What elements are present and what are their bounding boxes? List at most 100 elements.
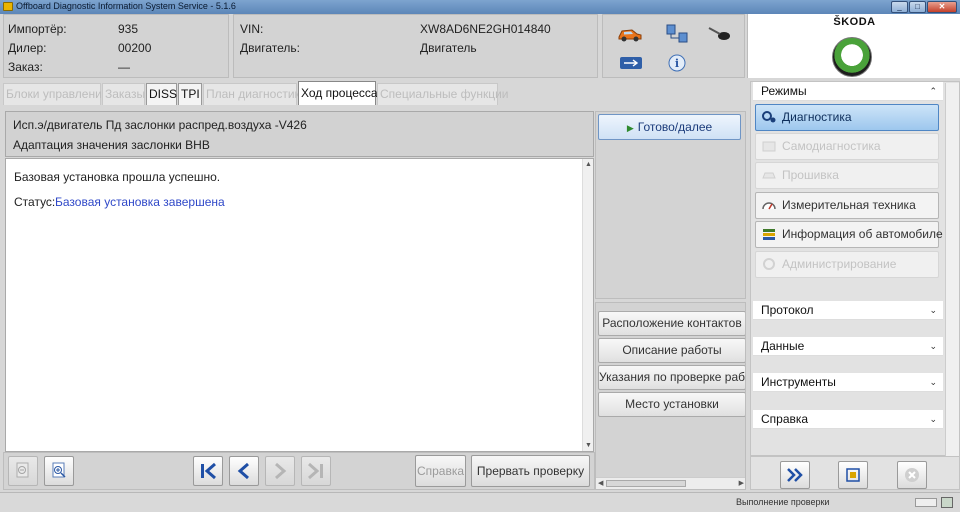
close-button[interactable]: ✕ [927, 1, 957, 13]
modes-header[interactable]: Режимы ⌃ [753, 82, 943, 101]
gauge-icon [762, 202, 776, 210]
exit-button[interactable] [897, 461, 927, 489]
vin-value: XW8AD6NE2GH014840 [420, 22, 551, 36]
status-value: Базовая установка завершена [55, 195, 225, 209]
process-output: Базовая установка прошла успешно. Статус… [5, 158, 594, 452]
usb-icon[interactable] [619, 55, 643, 71]
main-tabs: Блоки управления Заказы DISS TPI План ди… [3, 81, 747, 105]
ready-next-button[interactable]: ▶ Готово/далее [598, 114, 741, 140]
skip-first-icon [201, 462, 216, 480]
chevron-down-icon: ⌄ [929, 341, 937, 351]
mode-flashing[interactable]: Прошивка [755, 162, 939, 189]
zoom-in-button[interactable] [44, 456, 74, 486]
admin-gear-icon [763, 258, 775, 270]
sidebar-scrollbar[interactable] [945, 83, 959, 456]
mode-label: Прошивка [782, 168, 839, 182]
mode-self-diagnosis[interactable]: Самодиагностика [755, 133, 939, 160]
info-icon[interactable]: i [667, 53, 687, 73]
mode-label: Измерительная техника [782, 198, 916, 212]
mode-label: Диагностика [782, 110, 852, 124]
flash-car-icon [762, 172, 776, 179]
skoda-logo [832, 37, 872, 77]
mode-vehicle-info[interactable]: Информация об автомобиле [755, 221, 943, 248]
help-section[interactable]: Справка ⌄ [753, 410, 943, 429]
mode-label: Информация об автомобиле [782, 227, 943, 241]
process-heading: Исп.э/двигатель Пд заслонки распред.возд… [5, 111, 594, 157]
diagnostic-key-icon[interactable] [707, 25, 731, 43]
engine-label: Двигатель: [240, 41, 300, 55]
zoom-out-button[interactable] [8, 456, 38, 486]
zoom-out-icon [16, 462, 29, 478]
sidebar-toolbar [750, 456, 960, 490]
books-icon [763, 229, 775, 240]
first-step-button[interactable] [193, 456, 223, 486]
section-label: Протокол [761, 303, 814, 317]
tab-process-progress[interactable]: Ход процесса [298, 81, 378, 105]
mode-label: Администрирование [782, 257, 897, 271]
self-diagnosis-icon [762, 141, 776, 152]
network-icon[interactable] [665, 23, 689, 45]
mode-measuring-equipment[interactable]: Измерительная техника [755, 192, 939, 219]
data-section[interactable]: Данные ⌄ [753, 337, 943, 356]
previous-step-button[interactable] [229, 456, 259, 486]
tab-orders[interactable]: Заказы [102, 83, 145, 105]
importer-label: Импортёр: [8, 22, 67, 36]
mode-administration[interactable]: Администрирование [755, 251, 939, 278]
capture-icon [846, 468, 860, 482]
progress-indicator [915, 498, 937, 507]
section-label: Данные [761, 339, 805, 353]
play-icon: ▶ [626, 123, 634, 133]
scroll-right-icon[interactable]: ▶ [739, 479, 744, 487]
chevron-up-icon: ⌃ [929, 86, 937, 96]
vehicle-icon[interactable] [617, 25, 643, 43]
dealer-value: 00200 [118, 41, 152, 55]
documents-hscrollbar[interactable]: ◀ ▶ [596, 477, 745, 489]
order-label: Заказ: [8, 60, 43, 74]
process-subtitle: Адаптация значения заслонки ВНВ [13, 138, 210, 152]
forward-button[interactable] [780, 461, 810, 489]
minimize-button[interactable]: _ [891, 1, 908, 13]
screenshot-button[interactable] [838, 461, 868, 489]
maximize-button[interactable]: □ [909, 1, 926, 13]
title-bar: Offboard Diagnostic Information System S… [0, 0, 960, 14]
ready-next-label: Готово/далее [637, 120, 713, 134]
tab-special-functions[interactable]: Специальные функции [377, 83, 509, 105]
dealer-label: Дилер: [8, 41, 47, 55]
hscroll-thumb[interactable] [606, 480, 686, 487]
abort-test-button[interactable]: Прервать проверку [471, 455, 590, 487]
zoom-in-icon [52, 462, 66, 478]
scroll-left-icon[interactable]: ◀ [598, 479, 603, 487]
chevron-down-icon: ⌄ [929, 305, 937, 315]
scroll-up-icon[interactable]: ▲ [583, 159, 594, 170]
section-label: Инструменты [761, 375, 836, 389]
stethoscope-icon [762, 111, 776, 123]
help-button[interactable]: Справка [415, 455, 466, 487]
process-scrollbar[interactable]: ▲ ▼ [582, 159, 593, 451]
test-instructions-button[interactable]: Указания по проверке рабо [598, 365, 745, 390]
tools-section[interactable]: Инструменты ⌄ [753, 373, 943, 392]
status-text: Выполнение проверки [736, 497, 830, 507]
brand-name: ŠKODA [833, 16, 876, 28]
skip-last-icon [308, 462, 323, 480]
tab-diagnostic-plan[interactable]: План диагностики [203, 83, 306, 105]
pin-assignment-button[interactable]: Расположение контактов [598, 311, 745, 336]
vehicle-info-panel: VIN: XW8AD6NE2GH014840 Двигатель: Двигат… [233, 14, 598, 78]
scroll-down-icon[interactable]: ▼ [583, 440, 594, 451]
modes-title: Режимы [761, 84, 807, 98]
tab-tpi[interactable]: TPI [178, 83, 202, 105]
app-icon [3, 2, 13, 11]
next-step-button[interactable] [265, 456, 295, 486]
mode-diagnostics[interactable]: Диагностика [755, 104, 939, 131]
protocol-section[interactable]: Протокол ⌄ [753, 301, 943, 320]
mode-label: Самодиагностика [782, 139, 881, 153]
process-title: Исп.э/двигатель Пд заслонки распред.возд… [13, 118, 307, 132]
function-description-button[interactable]: Описание работы [598, 338, 745, 363]
vin-label: VIN: [240, 22, 264, 36]
chevron-down-icon: ⌄ [929, 377, 937, 387]
double-chevron-right-icon [787, 468, 803, 482]
tab-diss[interactable]: DISS [146, 83, 177, 105]
tab-control-units[interactable]: Блоки управления [3, 83, 108, 105]
chevron-left-icon [237, 462, 249, 480]
installation-location-button[interactable]: Место установки [598, 392, 745, 417]
last-step-button[interactable] [301, 456, 331, 486]
